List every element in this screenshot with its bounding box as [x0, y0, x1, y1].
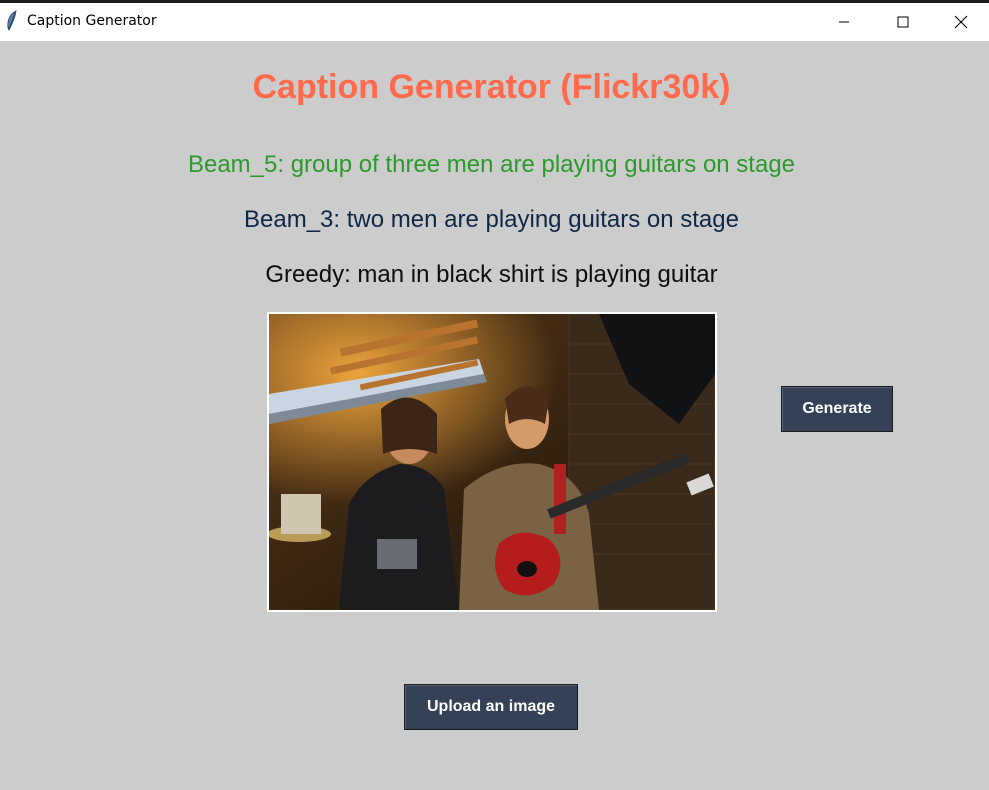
caption-beam3: Beam_3: two men are playing guitars on s… [244, 206, 739, 233]
page-title: Caption Generator (Flickr30k) [252, 68, 731, 106]
upload-image-button[interactable]: Upload an image [404, 684, 578, 730]
feather-icon [7, 10, 17, 31]
generate-button[interactable]: Generate [781, 386, 893, 432]
minimize-button[interactable] [815, 3, 873, 41]
app-window: Caption Generator Caption Generator (Fli… [0, 0, 989, 790]
close-button[interactable] [932, 3, 989, 41]
window-title: Caption Generator [27, 13, 157, 29]
maximize-icon [897, 16, 909, 28]
caption-beam5: Beam_5: group of three men are playing g… [187, 151, 796, 178]
title-bar[interactable]: Caption Generator [0, 3, 989, 41]
main-content: Caption Generator (Flickr30k) Beam_5: gr… [0, 41, 989, 790]
uploaded-image [267, 312, 717, 612]
caption-greedy: Greedy: man in black shirt is playing gu… [265, 261, 718, 288]
minimize-icon [839, 21, 849, 23]
uploaded-photo [269, 314, 715, 610]
maximize-button[interactable] [874, 3, 932, 41]
close-icon [954, 15, 968, 29]
